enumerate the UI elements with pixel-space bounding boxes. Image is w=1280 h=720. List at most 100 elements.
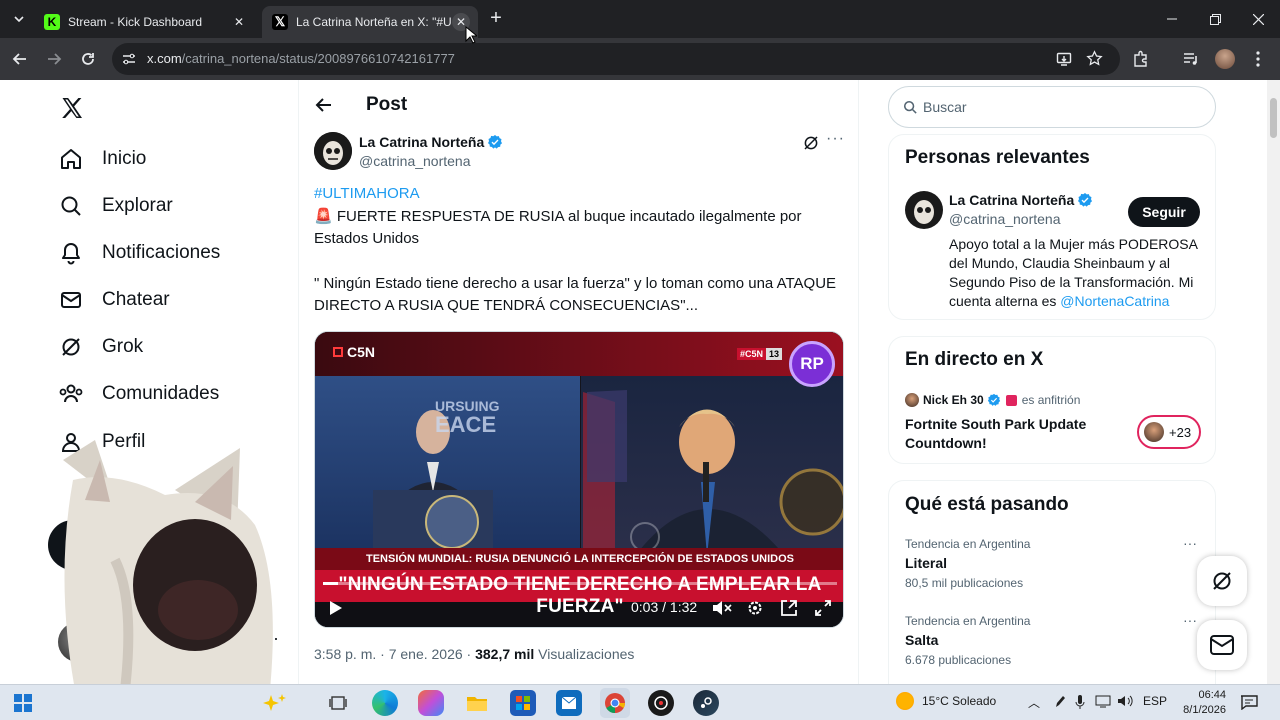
relevant-people-card: Personas relevantes La Catrina Norteña @… bbox=[888, 134, 1216, 320]
mail-icon bbox=[58, 287, 84, 313]
listeners-pill[interactable]: +23 bbox=[1137, 415, 1201, 449]
author-name[interactable]: La Catrina Norteña bbox=[359, 134, 484, 150]
clock[interactable]: 06:44 8/1/2026 bbox=[1172, 688, 1226, 718]
obs-icon[interactable] bbox=[648, 690, 674, 716]
minimize-button[interactable] bbox=[1160, 8, 1184, 30]
nav-item-inicio[interactable]: Inicio bbox=[58, 144, 146, 174]
back-arrow-icon[interactable] bbox=[314, 95, 334, 115]
close-icon[interactable]: ✕ bbox=[230, 13, 248, 31]
address-bar[interactable]: x.com/catrina_nortena/status/20089766107… bbox=[112, 43, 1120, 75]
fullscreen-icon[interactable] bbox=[815, 600, 831, 616]
page-scrollbar[interactable] bbox=[1267, 80, 1280, 684]
post-more-icon[interactable]: ··· bbox=[826, 130, 845, 148]
nav-item-notificaciones[interactable]: Notificaciones bbox=[58, 238, 220, 268]
space-title[interactable]: Fortnite South Park Update Countdown! bbox=[905, 415, 1115, 453]
scrollbar-thumb[interactable] bbox=[1270, 98, 1277, 138]
restore-button[interactable] bbox=[1203, 8, 1227, 30]
grok-float-button[interactable] bbox=[1197, 556, 1247, 606]
forward-arrow-icon[interactable] bbox=[44, 49, 64, 69]
windows-start-icon[interactable] bbox=[10, 690, 36, 716]
post-timestamp[interactable]: 3:58 p. m. · 7 ene. 2026 · bbox=[314, 646, 475, 662]
nav-item-chatear[interactable]: Chatear bbox=[58, 285, 170, 315]
trend-more-icon[interactable]: ··· bbox=[1183, 612, 1197, 628]
mute-icon[interactable] bbox=[712, 600, 732, 616]
live-host-row[interactable]: Nick Eh 30 es anfitrión bbox=[905, 393, 1080, 407]
relevant-avatar[interactable] bbox=[905, 191, 943, 229]
weather-widget[interactable]: 15°C Soleado bbox=[896, 692, 996, 710]
new-tab-button[interactable]: + bbox=[486, 8, 506, 29]
relevant-handle: @catrina_nortena bbox=[949, 211, 1061, 227]
video-progress-track[interactable] bbox=[323, 582, 837, 585]
file-explorer-icon[interactable] bbox=[464, 690, 490, 716]
task-view-icon[interactable] bbox=[325, 690, 351, 716]
reload-icon[interactable] bbox=[78, 49, 98, 69]
grok-icon bbox=[1213, 572, 1231, 590]
store-icon[interactable] bbox=[510, 690, 536, 716]
play-icon[interactable] bbox=[329, 600, 343, 616]
bookmark-star-icon[interactable] bbox=[1086, 50, 1103, 67]
video-progress-fill bbox=[323, 582, 339, 585]
nav-item-explorar[interactable]: Explorar bbox=[58, 191, 173, 221]
hashtag-link[interactable]: #ULTIMAHORA bbox=[314, 185, 420, 202]
copilot-app-icon[interactable] bbox=[418, 690, 444, 716]
trend-item[interactable]: Tendencia en Argentina Literal 80,5 mil … bbox=[905, 537, 1030, 590]
lower-third-small: TENSIÓN MUNDIAL: RUSIA DENUNCIÓ LA INTER… bbox=[366, 553, 794, 565]
podium-sign: URSUING EACE bbox=[435, 398, 500, 436]
video-time: 0:03 / 1:32 bbox=[631, 599, 698, 615]
trend-more-icon[interactable]: ··· bbox=[1183, 535, 1197, 551]
nav-label: Notificaciones bbox=[102, 242, 221, 263]
nav-item-comunidades[interactable]: Comunidades bbox=[58, 379, 219, 409]
notification-icon[interactable] bbox=[1240, 694, 1258, 710]
tab-title: La Catrina Norteña en X: "#ULTIMAHORA bbox=[296, 15, 452, 29]
chrome-icon[interactable] bbox=[600, 688, 630, 718]
trend-context: Tendencia en Argentina bbox=[905, 614, 1031, 628]
edge-icon[interactable] bbox=[372, 690, 398, 716]
install-app-icon[interactable] bbox=[1056, 51, 1072, 67]
c5n-channel-label: C5N bbox=[347, 344, 376, 360]
close-window-button[interactable] bbox=[1246, 8, 1270, 30]
copilot-sparkle-icon[interactable] bbox=[262, 690, 288, 716]
follow-button[interactable]: Seguir bbox=[1128, 197, 1200, 227]
card-title: Personas relevantes bbox=[905, 147, 1090, 168]
author-info[interactable]: La Catrina Norteña @catrina_nortena bbox=[359, 134, 503, 169]
volume-icon[interactable] bbox=[1117, 694, 1135, 708]
settings-icon[interactable] bbox=[747, 600, 763, 616]
author-avatar[interactable] bbox=[314, 132, 352, 170]
video-player[interactable]: C5N #C5N 13 RP URSUING EACE TENSIÓN MUND… bbox=[314, 331, 844, 628]
language-indicator[interactable]: ESP bbox=[1143, 694, 1167, 708]
trend-item[interactable]: Tendencia en Argentina Salta 6.678 publi… bbox=[905, 614, 1030, 667]
verified-badge-icon bbox=[987, 393, 1000, 406]
media-controls-icon[interactable] bbox=[1181, 49, 1201, 69]
nav-item-grok[interactable]: Grok bbox=[58, 332, 143, 362]
relevant-user-info[interactable]: La Catrina Norteña @catrina_nortena bbox=[949, 192, 1093, 227]
tab-x-post[interactable]: 𝕏 La Catrina Norteña en X: "#ULTIMAHORA … bbox=[262, 6, 478, 38]
sun-icon bbox=[896, 692, 914, 710]
nav-label: Inicio bbox=[102, 148, 147, 169]
host-avatar bbox=[905, 393, 919, 407]
browser-menu-icon[interactable] bbox=[1248, 49, 1268, 69]
bell-icon bbox=[58, 240, 84, 266]
trend-name: Literal bbox=[905, 555, 948, 571]
outlook-icon[interactable] bbox=[556, 690, 582, 716]
network-icon[interactable] bbox=[1095, 694, 1111, 708]
tab-search-button[interactable] bbox=[8, 8, 30, 30]
author-handle[interactable]: @catrina_nortena bbox=[359, 153, 503, 169]
tray-pen-icon[interactable] bbox=[1053, 694, 1065, 708]
grok-icon[interactable] bbox=[802, 134, 820, 152]
extensions-icon[interactable] bbox=[1131, 49, 1151, 69]
listener-avatar bbox=[1144, 422, 1164, 442]
steam-icon[interactable] bbox=[693, 690, 719, 716]
picture-in-picture-icon[interactable] bbox=[781, 600, 797, 616]
microphone-icon[interactable] bbox=[1075, 694, 1085, 710]
tray-chevron-icon[interactable]: ︿ bbox=[1028, 694, 1040, 711]
back-arrow-icon[interactable] bbox=[10, 49, 30, 69]
site-settings-icon[interactable] bbox=[122, 52, 136, 66]
x-page: Inicio Explorar Notificaciones Chatear G… bbox=[0, 80, 1280, 684]
tab-kick-dashboard[interactable]: K Stream - Kick Dashboard ✕ bbox=[34, 6, 256, 38]
search-input[interactable]: Buscar bbox=[888, 86, 1216, 128]
x-logo-icon[interactable] bbox=[60, 96, 84, 120]
profile-avatar[interactable] bbox=[1215, 49, 1235, 69]
bio-link[interactable]: @NortenaCatrina bbox=[1060, 293, 1169, 309]
messages-float-button[interactable] bbox=[1197, 620, 1247, 670]
c5n-badge-number: 13 bbox=[766, 348, 783, 360]
